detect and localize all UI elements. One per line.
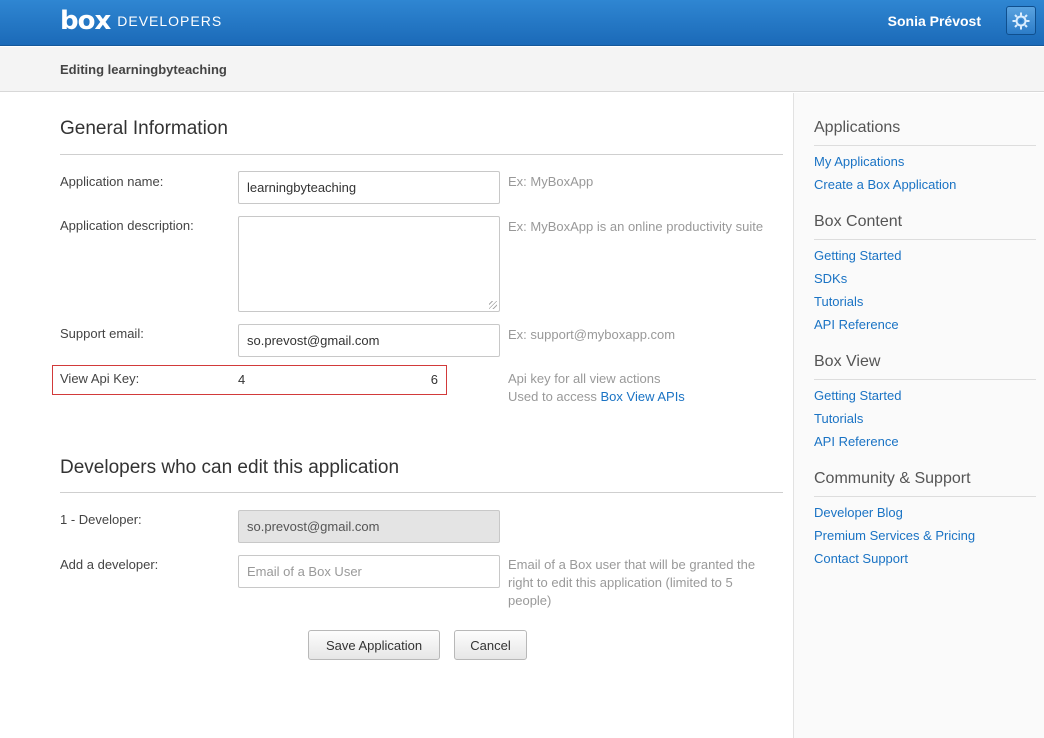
sidebar-link-my-applications[interactable]: My Applications bbox=[814, 152, 1036, 175]
support-email-input[interactable] bbox=[238, 324, 500, 357]
add-developer-label: Add a developer: bbox=[60, 557, 159, 572]
api-key-start: 4 bbox=[238, 372, 246, 387]
sidebar-link-contact-support[interactable]: Contact Support bbox=[814, 549, 1036, 572]
view-api-key-hint: Api key for all view actions Used to acc… bbox=[508, 370, 685, 406]
sidebar-link-create-app[interactable]: Create a Box Application bbox=[814, 175, 1036, 198]
sidebar-applications: Applications My Applications Create a Bo… bbox=[814, 119, 1036, 198]
sidebar-link-getting-started[interactable]: Getting Started bbox=[814, 246, 1036, 269]
sidebar-community: Community & Support Developer Blog Premi… bbox=[814, 470, 1036, 572]
resize-grip-icon[interactable] bbox=[489, 301, 497, 309]
app-name-input[interactable] bbox=[238, 171, 500, 204]
api-key-end: 6 bbox=[430, 372, 438, 387]
section-divider bbox=[60, 154, 783, 155]
view-api-key-label: View Api Key: bbox=[60, 371, 140, 386]
app-description-label: Application description: bbox=[60, 218, 194, 233]
app-name-label: Application name: bbox=[60, 174, 164, 189]
settings-button[interactable] bbox=[1006, 6, 1036, 35]
sidebar-link-premium-services[interactable]: Premium Services & Pricing bbox=[814, 526, 1036, 549]
sidebar-heading: Box Content bbox=[814, 213, 1036, 240]
support-email-hint: Ex: support@myboxapp.com bbox=[508, 327, 676, 342]
sidebar-link-view-getting-started[interactable]: Getting Started bbox=[814, 386, 1036, 409]
logo-box-text: box bbox=[60, 6, 111, 36]
sidebar-link-api-reference[interactable]: API Reference bbox=[814, 315, 1036, 338]
user-name[interactable]: Sonia Prévost bbox=[888, 13, 981, 29]
page-subheader: Editing learningbyteaching bbox=[0, 47, 1044, 92]
save-application-button[interactable]: Save Application bbox=[308, 630, 440, 660]
top-navigation-bar: box DEVELOPERS Sonia Prévost bbox=[0, 0, 1044, 46]
sidebar-heading: Community & Support bbox=[814, 470, 1036, 497]
app-description-hint: Ex: MyBoxApp is an online productivity s… bbox=[508, 219, 764, 234]
sidebar-heading: Applications bbox=[814, 119, 1036, 146]
page-title: Editing learningbyteaching bbox=[60, 62, 227, 77]
sidebar-box-view: Box View Getting Started Tutorials API R… bbox=[814, 353, 1036, 455]
cancel-button[interactable]: Cancel bbox=[454, 630, 527, 660]
right-sidebar: Applications My Applications Create a Bo… bbox=[793, 93, 1044, 738]
developers-heading: Developers who can edit this application bbox=[60, 457, 400, 478]
sidebar-link-tutorials[interactable]: Tutorials bbox=[814, 292, 1036, 315]
sidebar-link-developer-blog[interactable]: Developer Blog bbox=[814, 503, 1036, 526]
gear-icon bbox=[1012, 12, 1030, 29]
app-description-textarea[interactable] bbox=[238, 216, 500, 312]
section-divider bbox=[60, 492, 783, 493]
sidebar-box-content: Box Content Getting Started SDKs Tutoria… bbox=[814, 213, 1036, 338]
logo-developers-text: DEVELOPERS bbox=[117, 13, 223, 29]
sidebar-link-view-tutorials[interactable]: Tutorials bbox=[814, 409, 1036, 432]
api-key-hint-line1: Api key for all view actions bbox=[508, 371, 661, 386]
box-view-apis-link[interactable]: Box View APIs bbox=[601, 389, 685, 404]
view-api-key-value: 4 6 bbox=[238, 372, 438, 387]
sidebar-heading: Box View bbox=[814, 353, 1036, 380]
box-developers-logo[interactable]: box DEVELOPERS bbox=[60, 8, 222, 34]
sidebar-link-sdks[interactable]: SDKs bbox=[814, 269, 1036, 292]
add-developer-hint: Email of a Box user that will be granted… bbox=[508, 557, 756, 608]
support-email-label: Support email: bbox=[60, 326, 144, 341]
api-key-hint-line2: Used to access bbox=[508, 389, 597, 404]
general-information-heading: General Information bbox=[60, 118, 228, 139]
add-developer-input[interactable] bbox=[238, 555, 500, 588]
developer-1-label: 1 - Developer: bbox=[60, 512, 142, 527]
app-name-hint: Ex: MyBoxApp bbox=[508, 174, 594, 189]
developer-1-email bbox=[238, 510, 500, 543]
sidebar-link-view-api-reference[interactable]: API Reference bbox=[814, 432, 1036, 455]
